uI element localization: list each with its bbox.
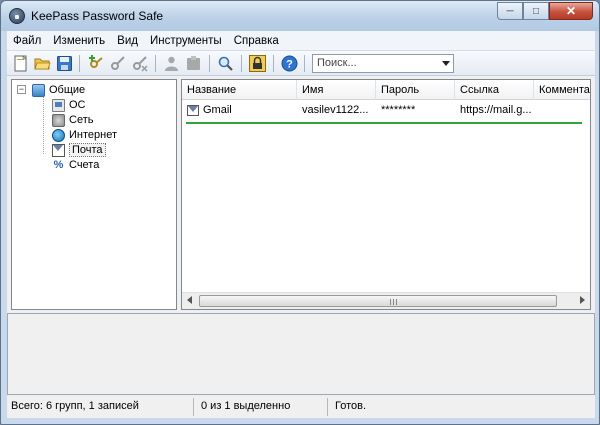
column-header-username[interactable]: Имя (297, 80, 376, 100)
menu-bar: Файл Изменить Вид Инструменты Справка (7, 31, 595, 51)
new-database-icon[interactable] (12, 55, 29, 72)
computer-icon (52, 98, 65, 112)
column-header-url[interactable]: Ссылка (455, 80, 534, 100)
percent-icon: % (53, 158, 64, 171)
status-summary: Всего: 6 групп, 1 записей (11, 400, 139, 412)
column-header-notes[interactable]: Комментар (534, 80, 590, 100)
maximize-button[interactable]: □ (523, 2, 549, 20)
tree-item-internet[interactable]: Интернет (52, 128, 117, 142)
collapse-toggle[interactable]: − (17, 85, 26, 94)
column-header-password[interactable]: Пароль (376, 80, 455, 100)
toolbar-separator (273, 55, 274, 72)
tree-item-label: Общие (49, 84, 86, 96)
search-placeholder: Поиск... (317, 57, 357, 69)
copy-password-icon[interactable] (185, 55, 202, 72)
toolbar-separator (155, 55, 156, 72)
tree-item-label: ОС (69, 99, 86, 111)
cell-title: Gmail (182, 102, 297, 118)
tree-item-label: Почта (69, 143, 106, 157)
tree-connector-line (43, 94, 44, 154)
status-bar: Всего: 6 групп, 1 записей 0 из 1 выделен… (7, 396, 595, 418)
tree-item-mail[interactable]: Почта (52, 143, 106, 157)
globe-icon (52, 128, 65, 142)
menu-view[interactable]: Вид (111, 31, 144, 51)
edit-entry-icon[interactable] (109, 55, 126, 72)
copy-username-icon[interactable] (163, 55, 180, 72)
tree-item-accounts[interactable]: % Счета (52, 158, 100, 172)
minimize-icon: ─ (506, 5, 514, 17)
caption-buttons: ─ □ ✕ (497, 2, 593, 20)
main-area: − Общие ОС Сеть Интернет Почта % Счета Н… (7, 76, 595, 418)
maximize-icon: □ (532, 5, 540, 17)
cell-title-text: Gmail (203, 104, 232, 116)
toolbar-separator (304, 55, 305, 72)
grip-icon (390, 299, 397, 305)
tree-item-label: Счета (69, 159, 100, 171)
svg-text:?: ? (286, 59, 293, 71)
find-icon[interactable] (217, 55, 234, 72)
title-bar[interactable]: KeePass Password Safe ─ □ ✕ (1, 1, 599, 31)
network-icon (52, 113, 65, 127)
cell-url: https://mail.g... (460, 104, 532, 116)
tree-item-label: Сеть (69, 114, 94, 126)
cell-password: ******** (381, 104, 416, 116)
close-icon: ✕ (565, 4, 577, 18)
search-combobox[interactable]: Поиск... (312, 54, 454, 73)
menu-tools[interactable]: Инструменты (144, 31, 228, 51)
status-divider (193, 398, 194, 416)
entry-list[interactable]: Название Имя Пароль Ссылка Комментар Gma… (181, 79, 591, 310)
envelope-icon (187, 104, 199, 116)
group-tree[interactable]: − Общие ОС Сеть Интернет Почта % Счета (11, 79, 177, 310)
scroll-right-icon[interactable] (580, 296, 585, 304)
delete-entry-icon[interactable] (131, 55, 148, 72)
menu-edit[interactable]: Изменить (47, 31, 111, 51)
envelope-icon (52, 143, 65, 157)
folder-icon (32, 83, 45, 97)
row-highlight-line (186, 122, 582, 124)
open-database-icon[interactable] (34, 55, 51, 72)
horizontal-scrollbar[interactable] (182, 292, 590, 309)
lock-workspace-icon[interactable] (249, 55, 266, 72)
scrollbar-thumb[interactable] (199, 295, 557, 307)
toolbar: ? Поиск... (7, 51, 595, 76)
close-button[interactable]: ✕ (549, 2, 593, 20)
toolbar-separator (209, 55, 210, 72)
save-icon[interactable] (56, 55, 73, 72)
status-state: Готов. (335, 400, 367, 412)
menu-help[interactable]: Справка (228, 31, 285, 51)
keepass-lock-icon[interactable] (9, 8, 25, 24)
scroll-left-icon[interactable] (187, 296, 192, 304)
tree-item-label: Интернет (69, 129, 117, 141)
window-title: KeePass Password Safe (31, 9, 164, 23)
entry-details-pane[interactable] (7, 313, 595, 395)
tree-item-os[interactable]: ОС (52, 98, 86, 112)
help-icon[interactable]: ? (281, 55, 298, 72)
tree-item-network[interactable]: Сеть (52, 113, 93, 127)
menu-file[interactable]: Файл (7, 31, 47, 51)
toolbar-separator (241, 55, 242, 72)
table-row[interactable]: Gmail vasilev1122... ******** https://ma… (182, 102, 590, 118)
cell-username: vasilev1122... (302, 104, 369, 116)
status-divider (327, 398, 328, 416)
status-selection: 0 из 1 выделенно (201, 400, 291, 412)
keepass-window: KeePass Password Safe ─ □ ✕ Файл Изменить… (0, 0, 600, 425)
add-entry-icon[interactable] (87, 55, 104, 72)
tree-item-root[interactable]: Общие (32, 83, 85, 97)
minimize-button[interactable]: ─ (497, 2, 523, 20)
toolbar-separator (79, 55, 80, 72)
list-header: Название Имя Пароль Ссылка Комментар (182, 80, 590, 100)
chevron-down-icon[interactable] (442, 61, 450, 66)
column-header-title[interactable]: Название (182, 80, 297, 100)
